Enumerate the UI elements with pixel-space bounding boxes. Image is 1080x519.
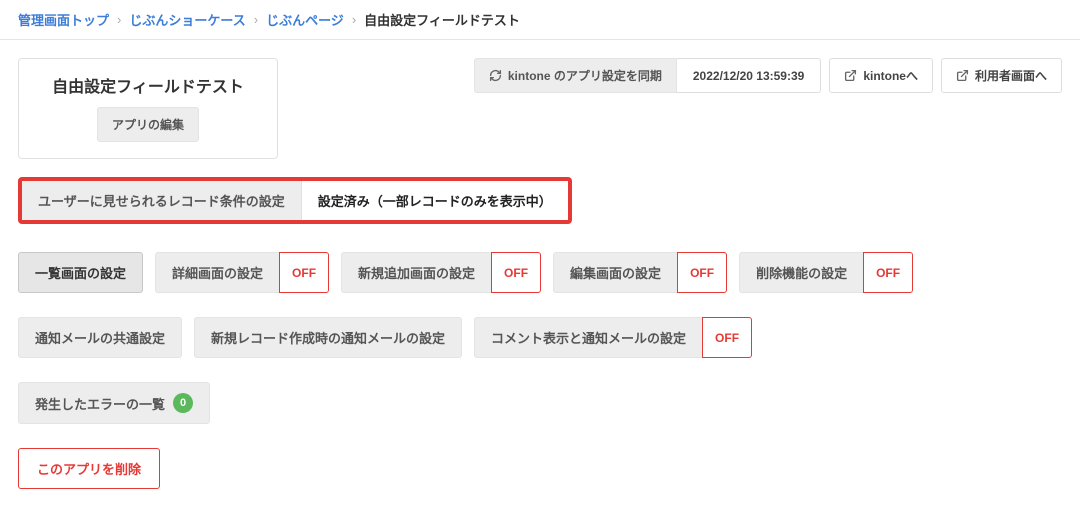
breadcrumb: 管理画面トップ › じぶんショーケース › じぶんページ › 自由設定フィールド… [0, 0, 1080, 40]
error-list-label: 発生したエラーの一覧 [35, 394, 165, 413]
sync-timestamp: 2022/12/20 13:59:39 [677, 58, 821, 93]
chevron-right-icon: › [254, 12, 258, 27]
off-badge: OFF [863, 252, 913, 293]
external-link-icon [844, 69, 857, 82]
refresh-icon [489, 69, 502, 82]
edit-app-button[interactable]: アプリの編集 [97, 107, 199, 142]
user-screen-link-label: 利用者画面へ [975, 67, 1047, 84]
tab-notify-common[interactable]: 通知メールの共通設定 [18, 317, 182, 358]
breadcrumb-link-showcase[interactable]: じぶんショーケース [129, 10, 245, 29]
tab-notify-comment[interactable]: コメント表示と通知メールの設定 [474, 317, 703, 358]
off-badge: OFF [677, 252, 727, 293]
external-link-icon [956, 69, 969, 82]
tab-list-screen[interactable]: 一覧画面の設定 [18, 252, 143, 293]
record-condition-button[interactable]: ユーザーに見せられるレコード条件の設定 [22, 181, 301, 220]
app-title-card: 自由設定フィールドテスト アプリの編集 [18, 58, 278, 159]
error-list-button[interactable]: 発生したエラーの一覧 0 [18, 382, 210, 424]
off-badge: OFF [702, 317, 752, 358]
tab-detail-screen[interactable]: 詳細画面の設定 [155, 252, 280, 293]
error-count-badge: 0 [173, 393, 193, 413]
tab-add-screen[interactable]: 新規追加画面の設定 [341, 252, 492, 293]
off-badge: OFF [491, 252, 541, 293]
breadcrumb-current: 自由設定フィールドテスト [364, 10, 520, 29]
notification-settings-row: 通知メールの共通設定 新規レコード作成時の通知メールの設定 コメント表示と通知メ… [18, 317, 1062, 358]
user-screen-link-button[interactable]: 利用者画面へ [941, 58, 1062, 93]
off-badge: OFF [279, 252, 329, 293]
error-row: 発生したエラーの一覧 0 [18, 382, 1062, 424]
chevron-right-icon: › [117, 12, 121, 27]
record-condition-highlight: ユーザーに見せられるレコード条件の設定 設定済み（一部レコードのみを表示中） [18, 177, 572, 224]
record-condition-status: 設定済み（一部レコードのみを表示中） [301, 181, 568, 220]
tab-notify-new-record[interactable]: 新規レコード作成時の通知メールの設定 [194, 317, 462, 358]
sync-kintone-label: kintone のアプリ設定を同期 [508, 67, 662, 84]
breadcrumb-link-mypage[interactable]: じぶんページ [266, 10, 344, 29]
kintone-link-button[interactable]: kintoneへ [829, 58, 933, 93]
page-title: 自由設定フィールドテスト [43, 73, 253, 97]
tab-edit-screen[interactable]: 編集画面の設定 [553, 252, 678, 293]
chevron-right-icon: › [352, 12, 356, 27]
header-actions: kintone のアプリ設定を同期 2022/12/20 13:59:39 ki… [474, 58, 1062, 93]
screen-settings-row: 一覧画面の設定 詳細画面の設定 OFF 新規追加画面の設定 OFF 編集画面の設… [18, 252, 1062, 293]
sync-kintone-button[interactable]: kintone のアプリ設定を同期 [474, 58, 677, 93]
sync-group: kintone のアプリ設定を同期 2022/12/20 13:59:39 [474, 58, 821, 93]
breadcrumb-link-top[interactable]: 管理画面トップ [18, 10, 109, 29]
tab-delete-feature[interactable]: 削除機能の設定 [739, 252, 864, 293]
delete-app-button[interactable]: このアプリを削除 [18, 448, 160, 489]
kintone-link-label: kintoneへ [863, 67, 918, 84]
